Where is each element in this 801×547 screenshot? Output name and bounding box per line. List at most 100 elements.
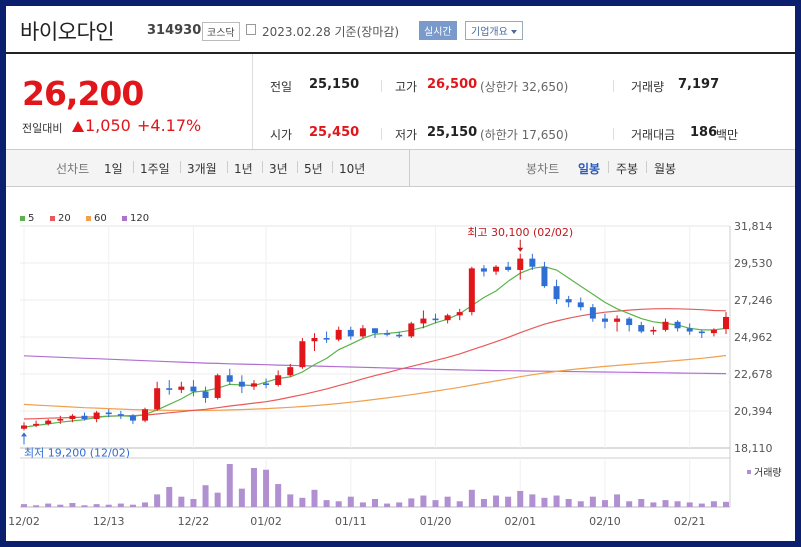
ma5-line: [23, 266, 727, 428]
candle-body: [178, 386, 185, 390]
volume-bar: [396, 502, 403, 507]
volume-legend-label: 거래량: [754, 467, 782, 479]
candle-body: [650, 329, 657, 332]
candle-body: [686, 328, 693, 332]
volume-bar: [529, 494, 536, 507]
volume-bar: [69, 502, 76, 507]
candle-body: [45, 420, 52, 424]
candle-body: [505, 266, 512, 270]
volume-bar: [275, 484, 282, 507]
volume-bar: [480, 498, 487, 507]
volume-bar: [93, 504, 100, 507]
y-tick-label: 29,530: [734, 257, 773, 270]
volume-bar: [250, 468, 257, 507]
candle-body: [626, 318, 633, 326]
candle-body: [384, 333, 391, 335]
volume-bar: [589, 496, 596, 507]
x-tick-label: 12/13: [93, 515, 125, 528]
y-tick-label: 22,678: [734, 368, 773, 381]
candle-body: [698, 331, 705, 334]
volume-bar: [263, 469, 270, 507]
volume-bar: [178, 496, 185, 507]
candle-body: [57, 419, 64, 421]
candle-body: [238, 381, 245, 387]
min-label: 최저 19,200 (12/02): [24, 446, 130, 459]
candle-body: [565, 299, 572, 303]
volume-bar: [311, 489, 318, 507]
candle-body: [335, 329, 342, 340]
candle-body: [129, 415, 136, 421]
volume-bar: [299, 497, 306, 507]
candle-body: [614, 318, 621, 322]
volume-bar: [723, 501, 729, 507]
stock-panel: 바이오다인 314930 코스닥 2023.02.28 기준(장마감) 실시간 …: [6, 6, 795, 541]
candle-body: [154, 388, 161, 410]
volume-bar: [698, 503, 705, 507]
candle-body: [529, 258, 536, 267]
volume-bar: [614, 494, 621, 507]
volume-bar: [456, 501, 463, 507]
candle-body: [33, 423, 40, 426]
volume-legend-swatch: [747, 470, 751, 474]
volume-bar: [323, 500, 330, 507]
volume-bar: [444, 496, 451, 507]
volume-bar: [190, 498, 197, 507]
volume-bar: [420, 495, 427, 507]
volume-bar: [565, 498, 572, 507]
candle-body: [396, 334, 403, 337]
candle-body: [420, 318, 427, 324]
candle-body: [93, 412, 100, 420]
volume-bar: [626, 501, 633, 507]
candle-body: [347, 329, 354, 337]
candle-body: [275, 375, 282, 385]
volume-bar: [214, 492, 221, 507]
x-tick-label: 01/11: [335, 515, 367, 528]
y-tick-label: 27,246: [734, 294, 773, 307]
volume-bar: [517, 490, 524, 507]
volume-bar: [541, 497, 548, 507]
candle-body: [21, 425, 27, 429]
candle-body: [553, 286, 560, 300]
volume-bar: [45, 503, 52, 507]
volume-bar: [384, 503, 391, 507]
candle-body: [638, 325, 645, 332]
volume-bar: [21, 504, 27, 507]
x-tick-label: 12/02: [8, 515, 40, 528]
candle-body: [142, 409, 149, 421]
price-chart: 31,814 29,530 27,246 24,962 22,678 20,394 18,1…: [8, 220, 782, 528]
candle-body: [577, 302, 584, 308]
y-tick-label: 18,110: [734, 442, 773, 455]
candle-body: [723, 316, 729, 330]
candle-body: [311, 338, 318, 342]
ma20-line: [23, 308, 727, 420]
y-tick-label: 20,394: [734, 405, 773, 418]
volume-bar: [335, 501, 342, 507]
candle-body: [517, 258, 524, 270]
volume-bar: [662, 500, 669, 507]
candle-body: [480, 268, 487, 272]
volume-bar: [347, 496, 354, 507]
candle-body: [468, 268, 475, 313]
x-tick-label: 01/02: [250, 515, 282, 528]
volume-bar: [202, 485, 209, 507]
x-tick-label: 01/20: [420, 515, 452, 528]
volume-bar: [553, 495, 560, 507]
candle-body: [226, 375, 233, 382]
y-tick-label: 31,814: [734, 220, 773, 233]
candle-body: [250, 383, 257, 387]
candle-body: [541, 266, 548, 287]
candle-body: [263, 383, 270, 385]
candle-body: [662, 321, 669, 330]
volume-bar: [359, 502, 366, 507]
candle-body: [456, 312, 463, 316]
volume-bar: [226, 464, 233, 507]
candle-body: [493, 266, 500, 272]
candle-body: [69, 415, 76, 420]
min-arrow-head: [21, 432, 27, 437]
candle-body: [359, 328, 366, 337]
volume-bar: [468, 489, 475, 507]
candle-body: [323, 338, 330, 340]
candle-body: [105, 412, 112, 415]
x-tick-label: 12/22: [178, 515, 210, 528]
volume-bar: [117, 503, 124, 507]
